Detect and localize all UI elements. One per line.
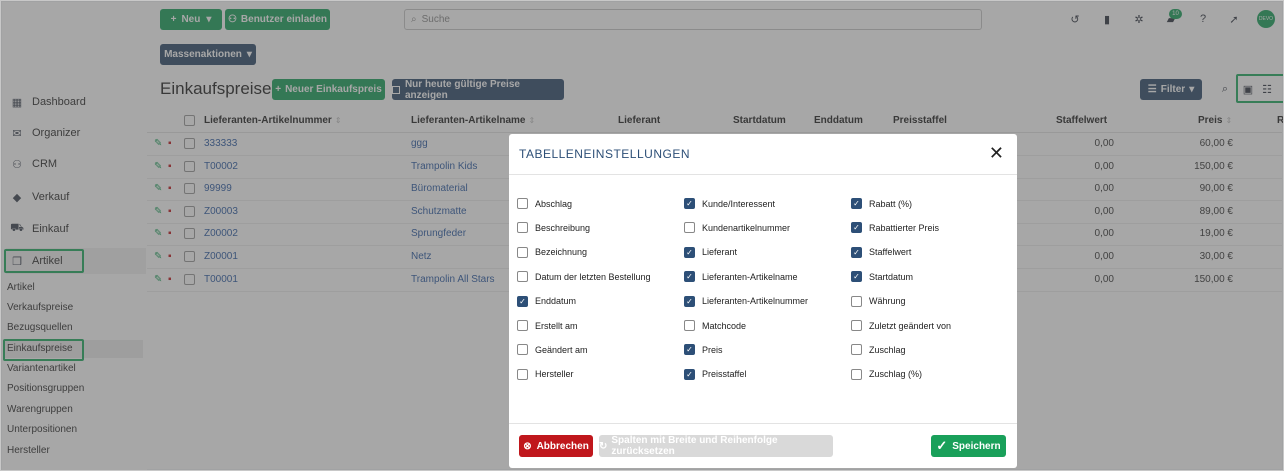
check-icon: ✓ [936,438,948,453]
checkbox[interactable] [517,344,528,356]
column-option[interactable]: Zuletzt geändert von [851,320,951,331]
option-label: Lieferanten-Artikelname [702,271,798,282]
column-option[interactable]: ✓ Kunde/Interessent [684,198,775,209]
column-option[interactable]: Abschlag [517,198,572,209]
option-label: Geändert am [535,344,588,355]
checkbox[interactable]: ✓ [684,344,695,356]
option-label: Datum der letzten Bestellung [535,271,651,282]
column-option[interactable]: Bezeichnung [517,246,588,258]
option-label: Matchcode [702,320,747,331]
option-label: Abschlag [535,198,573,209]
checkbox[interactable] [517,246,528,258]
option-label: Bezeichnung [535,247,588,258]
option-label: Beschreibung [535,222,591,233]
reset-icon: ↻ [599,440,608,452]
checkbox[interactable] [851,368,862,380]
divider [509,423,1017,424]
column-option[interactable]: ✓ Enddatum [517,295,577,307]
option-label: Zuschlag [869,344,906,355]
checkbox[interactable]: ✓ [851,246,862,258]
divider [509,174,1017,175]
option-label: Startdatum [869,271,914,282]
option-label: Preis [702,344,723,355]
option-label: Hersteller [535,369,574,380]
column-option[interactable]: ✓ Lieferanten-Artikelnummer [684,295,809,307]
checkbox[interactable]: ✓ [684,271,695,283]
column-option[interactable]: Zuschlag [851,344,906,356]
column-option[interactable]: Währung [851,295,906,307]
column-option[interactable]: Zuschlag (%) [851,368,923,380]
reset-label: Spalten mit Breite und Reihenfolge zurüc… [611,435,778,457]
option-label: Preisstaffel [702,369,747,380]
column-option[interactable]: ✓ Lieferanten-Artikelname [684,271,798,283]
column-option[interactable]: ✓ Rabatt (%) [851,198,912,209]
column-option[interactable]: Datum der letzten Bestellung [517,271,651,283]
column-option[interactable]: Hersteller [517,368,574,380]
checkbox[interactable] [517,320,528,331]
checkbox[interactable] [851,320,862,331]
close-icon[interactable]: ✕ [989,143,1004,164]
checkbox[interactable]: ✓ [851,222,862,234]
checkbox[interactable]: ✓ [684,246,695,258]
option-label: Zuschlag (%) [869,369,923,380]
checkbox[interactable] [517,271,528,283]
save-label: Speichern [952,440,1001,452]
column-option[interactable]: Beschreibung [517,222,591,234]
checkbox[interactable] [684,320,695,331]
column-option[interactable]: ✓ Staffelwert [851,246,912,258]
checkbox[interactable] [517,368,528,380]
column-option[interactable]: ✓ Preisstaffel [684,368,747,380]
cancel-button[interactable]: ⊗ Abbrechen [519,435,593,457]
option-label: Lieferanten-Artikelnummer [702,296,809,307]
checkbox[interactable] [851,344,862,356]
checkbox[interactable]: ✓ [684,368,695,380]
checkbox[interactable]: ✓ [851,198,862,209]
column-option[interactable]: ✓ Rabattierter Preis [851,222,940,234]
option-label: Staffelwert [869,247,912,258]
column-option[interactable]: ✓ Lieferant [684,246,738,258]
column-option[interactable]: Matchcode [684,320,746,331]
save-button[interactable]: ✓ Speichern [931,435,1006,457]
modal-title: TABELLENEINSTELLUNGEN [519,147,690,161]
checkbox[interactable]: ✓ [684,295,695,307]
checkbox[interactable]: ✓ [684,198,695,209]
cancel-label: Abbrechen [536,440,589,452]
option-label: Lieferant [702,247,738,258]
option-label: Kundenartikelnummer [702,222,791,233]
checkbox[interactable] [517,198,528,209]
checkbox[interactable]: ✓ [517,295,528,307]
column-option[interactable]: Kundenartikelnummer [684,222,791,234]
checkbox[interactable] [851,295,862,307]
column-option[interactable]: ✓ Preis [684,344,723,356]
checkbox[interactable] [517,222,528,234]
column-option[interactable]: Geändert am [517,344,588,356]
option-label: Rabattierter Preis [869,222,940,233]
option-label: Enddatum [535,296,577,307]
table-settings-modal: TABELLENEINSTELLUNGEN ✕ Abschlag Beschrei… [509,134,1017,468]
cancel-circle-icon: ⊗ [523,440,532,452]
option-label: Rabatt (%) [869,198,913,209]
option-label: Währung [869,296,906,307]
reset-columns-button[interactable]: ↻ Spalten mit Breite und Reihenfolge zur… [599,435,833,457]
option-label: Zuletzt geändert von [869,320,952,331]
app-frame: ▦ Dashboard ✉ Organizer ⚇ CRM ◆ Verkauf … [0,0,1284,471]
checkbox[interactable]: ✓ [851,271,862,283]
checkbox[interactable] [684,222,695,234]
column-option[interactable]: ✓ Startdatum [851,271,914,283]
option-label: Kunde/Interessent [702,198,776,209]
column-option[interactable]: Erstellt am [517,320,578,331]
option-label: Erstellt am [535,320,578,331]
